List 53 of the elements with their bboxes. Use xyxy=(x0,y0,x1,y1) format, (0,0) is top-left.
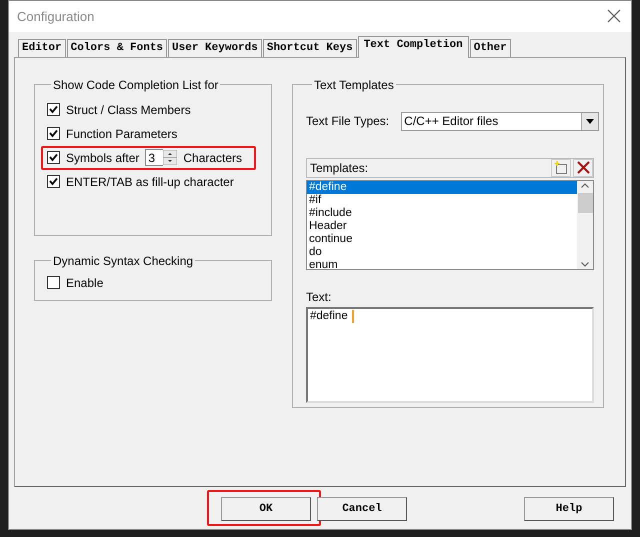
checkbox[interactable] xyxy=(47,276,60,290)
scrollbar[interactable] xyxy=(577,180,593,269)
checkmark-icon xyxy=(49,105,58,114)
window-title: Configuration xyxy=(17,8,94,24)
list-item[interactable]: enum xyxy=(307,258,577,269)
list-item[interactable]: Header xyxy=(307,220,577,233)
checkmark-icon xyxy=(49,129,58,138)
checkbox[interactable] xyxy=(47,175,60,188)
scroll-down-icon[interactable] xyxy=(581,262,589,267)
tab[interactable]: Shortcut Keys xyxy=(262,38,357,57)
option-label: Characters xyxy=(183,150,242,165)
list-label: Templates: xyxy=(310,160,368,175)
number-field[interactable]: 3 xyxy=(145,149,164,166)
close-icon[interactable] xyxy=(607,9,621,24)
delete-button[interactable] xyxy=(573,158,593,177)
option-label: Function Parameters xyxy=(66,126,178,141)
list-item[interactable]: #include xyxy=(307,206,577,220)
tab[interactable]: Text Completion xyxy=(358,36,469,58)
checkbox[interactable] xyxy=(47,103,60,116)
text-cursor xyxy=(352,310,354,323)
group-title: Dynamic Syntax Checking xyxy=(52,254,194,268)
group-title: Text Templates xyxy=(313,78,395,92)
option-label: Enable xyxy=(66,276,104,290)
list-item[interactable]: continue xyxy=(307,232,577,246)
tab[interactable]: Editor xyxy=(18,38,66,57)
scroll-up-icon[interactable] xyxy=(581,182,589,188)
spinner-arrows-icon xyxy=(163,150,178,166)
tab[interactable]: Colors & Fonts xyxy=(66,38,168,57)
text-area[interactable]: #define xyxy=(306,306,594,403)
list-item[interactable]: do xyxy=(307,246,577,259)
checkmark-icon xyxy=(49,177,58,186)
dialog-button[interactable]: OK xyxy=(221,497,311,522)
list-item[interactable]: #if xyxy=(307,194,577,207)
option-label: Struct / Class Members xyxy=(66,102,191,117)
checkmark-icon xyxy=(49,153,58,162)
checkbox[interactable] xyxy=(47,151,60,164)
option-label: ENTER/TAB as fill-up character xyxy=(66,174,234,189)
file-type-dropdown[interactable]: C/C++ Editor files xyxy=(401,112,600,131)
new-template-button[interactable] xyxy=(551,158,571,177)
list-item[interactable]: #define xyxy=(307,180,577,194)
new-item-icon xyxy=(554,161,568,174)
tab[interactable]: User Keywords xyxy=(168,38,262,57)
dialog-button[interactable]: Help xyxy=(524,497,614,522)
checkbox[interactable] xyxy=(47,127,60,140)
tab[interactable]: Other xyxy=(470,38,511,57)
field-label: Text File Types: xyxy=(306,114,390,128)
group-title: Show Code Completion List for xyxy=(52,78,220,92)
dialog-button[interactable]: Cancel xyxy=(317,497,407,522)
scroll-thumb[interactable] xyxy=(578,192,592,213)
dropdown-arrow-icon xyxy=(586,118,594,124)
delete-icon xyxy=(576,161,590,174)
option-label: Symbols after xyxy=(66,150,140,165)
field-label: Text: xyxy=(306,290,332,304)
